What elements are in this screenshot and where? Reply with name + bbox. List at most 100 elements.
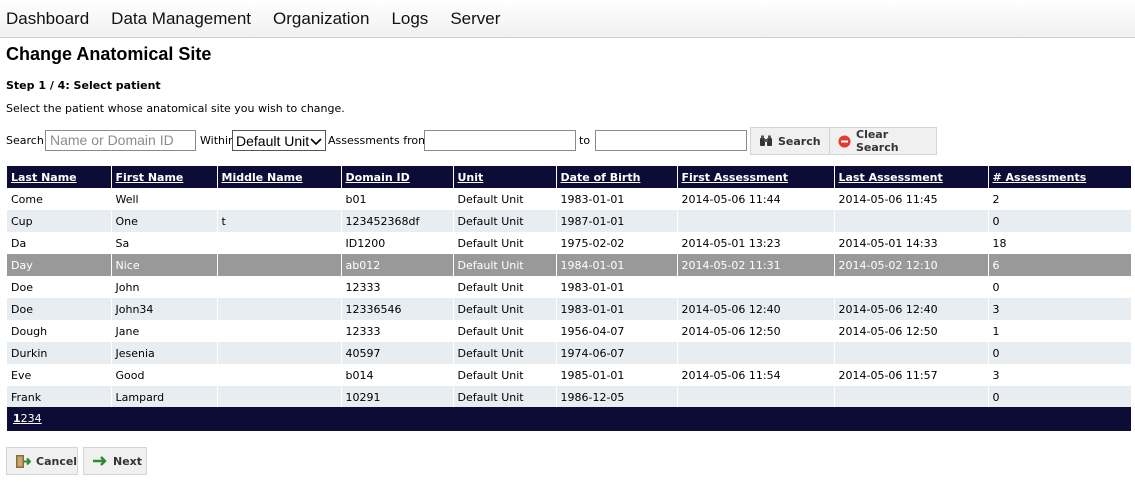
cell-last-assessment (834, 210, 989, 232)
column-header-last-assessment[interactable]: Last Assessment (834, 166, 989, 188)
cell-unit: Default Unit (453, 364, 557, 386)
nav-logs[interactable]: Logs (391, 9, 428, 29)
to-label: to (579, 134, 591, 147)
assessments-from-label: Assessments from (328, 134, 429, 147)
cell-last-assessment (834, 342, 989, 364)
door-exit-icon (15, 454, 31, 469)
cell-middle-name (217, 320, 342, 342)
cell-date-of-birth: 1987-01-01 (556, 210, 678, 232)
cell-first-name: Good (111, 364, 218, 386)
table-row[interactable]: Frank Lampard 10291 Default Unit 1986-12-05 0 (7, 386, 1132, 408)
search-input[interactable]: Name or Domain ID (45, 130, 196, 151)
cell-assessment-count: 2 (988, 188, 1132, 210)
cell-last-name: Frank (7, 386, 112, 408)
cell-first-name: Sa (111, 232, 218, 254)
table-row[interactable]: Doe John34 12336546 Default Unit 1983-01-01 2… (7, 298, 1132, 320)
cell-first-assessment: 2014-05-01 13:23 (677, 232, 835, 254)
cell-domain-id: 40597 (341, 342, 454, 364)
nav-server[interactable]: Server (450, 9, 500, 29)
cancel-button-label: Cancel (36, 454, 78, 468)
cell-last-assessment: 2014-05-06 11:45 (834, 188, 989, 210)
cell-assessment-count: 0 (988, 342, 1132, 364)
cell-assessment-count: 18 (988, 232, 1132, 254)
cell-assessment-count: 1 (988, 320, 1132, 342)
unit-select-value: Default Unit (236, 132, 310, 149)
cell-last-assessment (834, 276, 989, 298)
cell-middle-name (217, 188, 342, 210)
cell-first-assessment: 2014-05-02 11:31 (677, 254, 835, 276)
cell-last-assessment (834, 386, 989, 408)
cell-domain-id: ID1200 (341, 232, 454, 254)
cell-last-name: Come (7, 188, 112, 210)
column-header-middle-name[interactable]: Middle Name (217, 166, 342, 188)
cell-first-name: Lampard (111, 386, 218, 408)
nav-dashboard[interactable]: Dashboard (6, 9, 89, 29)
cell-date-of-birth: 1975-02-02 (556, 232, 678, 254)
cell-middle-name (217, 254, 342, 276)
column-header-unit[interactable]: Unit (453, 166, 557, 188)
page-link-4[interactable]: 4 (35, 412, 42, 425)
cell-unit: Default Unit (453, 210, 557, 232)
nav-organization[interactable]: Organization (273, 9, 369, 29)
search-label: Search: (6, 134, 48, 147)
table-row[interactable]: Durkin Jesenia 40597 Default Unit 1974-06-07… (7, 342, 1132, 364)
column-header-domain-id[interactable]: Domain ID (341, 166, 454, 188)
page-link-2[interactable]: 2 (21, 412, 28, 425)
cell-domain-id: 10291 (341, 386, 454, 408)
cell-first-name: One (111, 210, 218, 232)
top-navbar: Dashboard Data Management Organization L… (0, 0, 1135, 38)
search-bar: Search: Name or Domain ID Within Default… (6, 127, 1131, 155)
cell-middle-name (217, 276, 342, 298)
table-row[interactable]: Cup One t 123452368df Default Unit 1987-01-01… (7, 210, 1132, 232)
cell-domain-id: 123452368df (341, 210, 454, 232)
cell-date-of-birth: 1984-01-01 (556, 254, 678, 276)
table-row[interactable]: Dough Jane 12333 Default Unit 1956-04-07 2014… (7, 320, 1132, 342)
table-row[interactable]: Doe John 12333 Default Unit 1983-01-01 0 (7, 276, 1132, 298)
column-header-last-name[interactable]: Last Name (7, 166, 112, 188)
cell-last-name: Da (7, 232, 112, 254)
cell-last-name: Doe (7, 276, 112, 298)
cell-first-assessment (677, 276, 835, 298)
cell-domain-id: b014 (341, 364, 454, 386)
assessments-from-input[interactable] (424, 130, 576, 151)
patient-table: Last Name First Name Middle Name Domain … (7, 166, 1132, 408)
clear-search-button-label: Clear Search (856, 128, 899, 154)
table-row[interactable]: Da Sa ID1200 Default Unit 1975-02-02 2014-05-… (7, 232, 1132, 254)
cell-first-assessment: 2014-05-06 11:54 (677, 364, 835, 386)
cell-middle-name (217, 232, 342, 254)
column-header-assessment-count[interactable]: # Assessments (988, 166, 1132, 188)
cell-unit: Default Unit (453, 342, 557, 364)
cell-middle-name (217, 342, 342, 364)
cell-last-name: Durkin (7, 342, 112, 364)
next-button-label: Next (113, 454, 143, 468)
table-row[interactable]: Eve Good b014 Default Unit 1985-01-01 2014-05… (7, 364, 1132, 386)
cell-date-of-birth: 1983-01-01 (556, 276, 678, 298)
cell-first-assessment: 2014-05-06 12:50 (677, 320, 835, 342)
table-row[interactable]: Come Well b01 Default Unit 1983-01-01 2014-05… (7, 188, 1132, 210)
cell-assessment-count: 3 (988, 298, 1132, 320)
cell-last-assessment: 2014-05-01 14:33 (834, 232, 989, 254)
table-header-row: Last Name First Name Middle Name Domain … (7, 166, 1132, 188)
page-link-3[interactable]: 3 (28, 412, 35, 425)
column-header-date-of-birth[interactable]: Date of Birth (556, 166, 678, 188)
cell-middle-name (217, 364, 342, 386)
next-button[interactable]: Next (83, 447, 147, 475)
table-row[interactable]: Day Nice ab012 Default Unit 1984-01-01 2014-0… (7, 254, 1132, 276)
nav-data-management[interactable]: Data Management (111, 9, 251, 29)
assessments-to-input[interactable] (595, 130, 747, 151)
cell-unit: Default Unit (453, 188, 557, 210)
page-link-1[interactable]: 1 (13, 412, 21, 425)
arrow-right-icon (92, 455, 108, 467)
step-indicator: Step 1 / 4: Select patient (6, 79, 161, 92)
column-header-first-assessment[interactable]: First Assessment (677, 166, 835, 188)
cell-middle-name (217, 298, 342, 320)
cell-first-name: John34 (111, 298, 218, 320)
chevron-down-icon (310, 133, 322, 149)
cell-domain-id: ab012 (341, 254, 454, 276)
unit-select[interactable]: Default Unit (232, 130, 326, 151)
search-button[interactable]: Search (750, 127, 830, 155)
cancel-button[interactable]: Cancel (6, 447, 78, 475)
clear-search-button[interactable]: Clear Search (829, 127, 937, 155)
cell-unit: Default Unit (453, 386, 557, 408)
column-header-first-name[interactable]: First Name (111, 166, 218, 188)
